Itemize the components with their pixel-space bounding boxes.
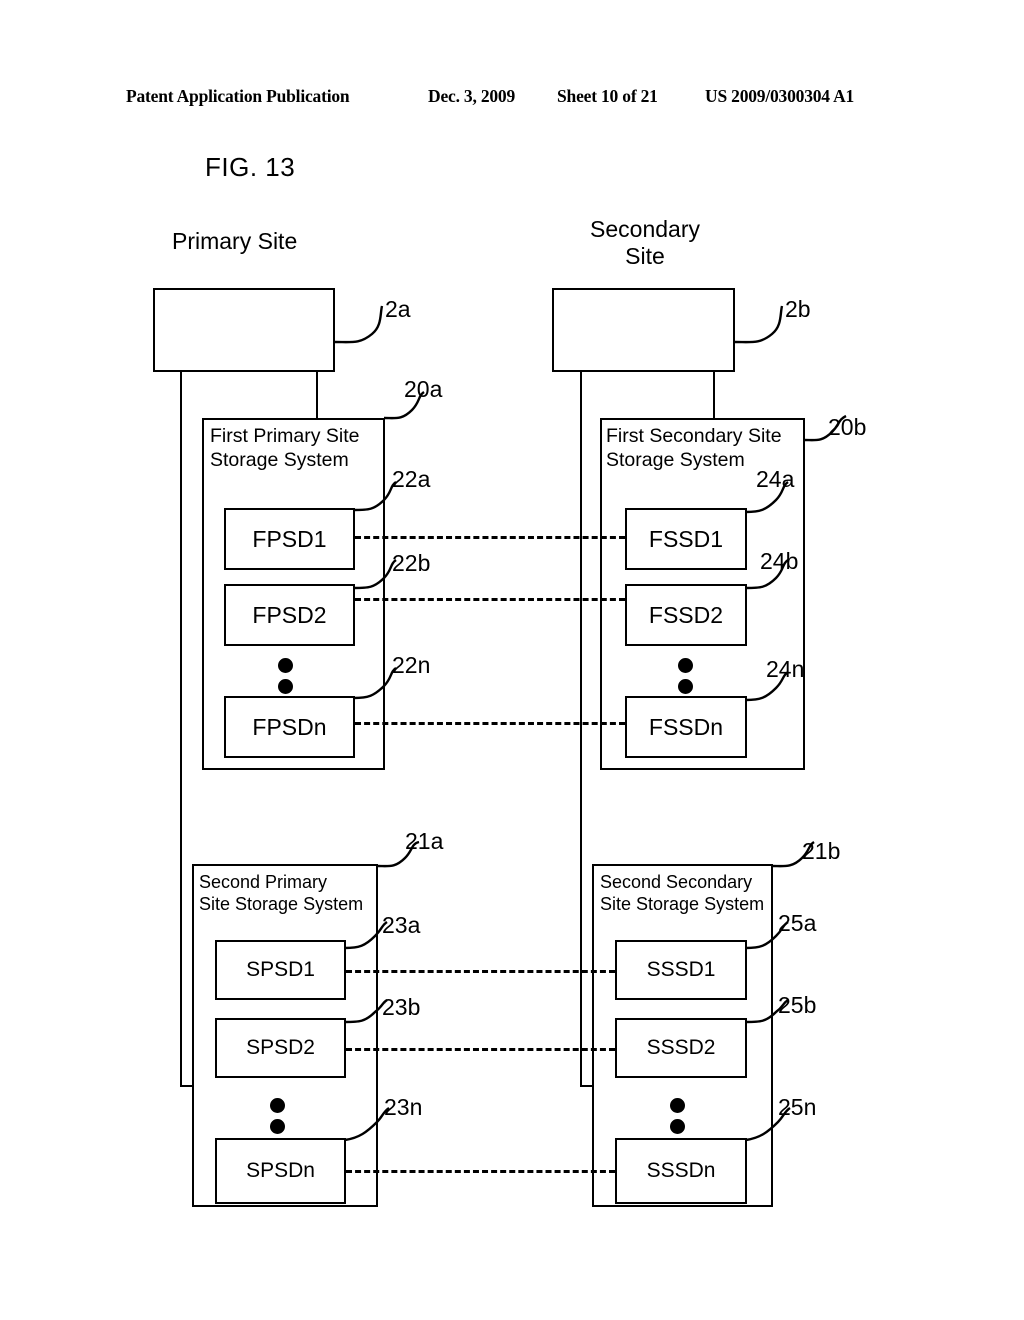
second-secondary-storage-system-title: Second Secondary Site Storage System: [600, 872, 765, 914]
unit-fssd2: FSSD2: [625, 584, 747, 646]
ref-label-24a: 24a: [756, 466, 795, 492]
replication-link-spsd2-sssd2: [346, 1048, 615, 1051]
unit-sssdn: SSSDn: [615, 1138, 747, 1204]
unit-fpsd1-label: FPSD1: [252, 525, 327, 552]
ref-label-22b: 22b: [392, 550, 431, 576]
ref-label-25a: 25a: [778, 910, 817, 936]
secondary-host-box: [552, 288, 735, 372]
ref-label-20a: 20a: [404, 376, 443, 402]
replication-link-fpsdn-fssdn: [355, 722, 625, 725]
unit-spsd1-label: SPSD1: [246, 958, 315, 981]
first-secondary-storage-system-title: First Secondary Site Storage System: [606, 425, 782, 471]
patent-number: US 2009/0300304 A1: [705, 86, 855, 106]
unit-fssd1-label: FSSD1: [648, 525, 724, 552]
unit-spsd2-label: SPSD2: [246, 1036, 315, 1059]
primary-site-caption: Primary Site: [172, 228, 298, 254]
unit-fpsd1: FPSD1: [224, 508, 355, 570]
unit-spsdn: SPSDn: [215, 1138, 346, 1204]
sheet-number: Sheet 10 of 21: [557, 86, 658, 106]
ref-label-20b: 20b: [828, 414, 867, 440]
unit-sssd2: SSSD2: [615, 1018, 747, 1078]
replication-link-spsd1-sssd1: [346, 970, 615, 973]
ref-label-25b: 25b: [778, 992, 817, 1018]
ref-label-23a: 23a: [382, 912, 421, 938]
unit-sssd1-label: SSSD1: [646, 958, 716, 981]
ref-label-2a: 2a: [385, 296, 411, 322]
unit-fpsd2-label: FPSD2: [252, 601, 327, 628]
ref-label-2b: 2b: [785, 296, 811, 322]
replication-link-fpsd2-fssd2: [355, 598, 625, 601]
ellipsis-first-secondary: [678, 658, 694, 700]
unit-sssd2-label: SSSD2: [646, 1036, 716, 1059]
ref-label-23n: 23n: [384, 1094, 423, 1120]
replication-link-fpsd1-fssd1: [355, 536, 625, 539]
ref-label-24b: 24b: [760, 548, 799, 574]
ref-label-22n: 22n: [392, 652, 431, 678]
unit-fssdn-label: FSSDn: [648, 713, 724, 740]
unit-sssd1: SSSD1: [615, 940, 747, 1000]
ellipsis-second-secondary: [670, 1098, 686, 1140]
ref-label-24n: 24n: [766, 656, 805, 682]
primary-host-box: [153, 288, 335, 372]
publication-date: Dec. 3, 2009: [428, 86, 516, 106]
unit-spsdn-label: SPSDn: [246, 1159, 315, 1182]
second-primary-storage-system-title: Second Primary Site Storage System: [199, 872, 364, 914]
secondary-bus-inner-line: [713, 372, 715, 420]
unit-fssd2-label: FSSD2: [648, 601, 724, 628]
unit-fssdn: FSSDn: [625, 696, 747, 758]
unit-fpsdn-label: FPSDn: [252, 713, 327, 740]
unit-spsd1: SPSD1: [215, 940, 346, 1000]
unit-spsd2: SPSD2: [215, 1018, 346, 1078]
secondary-bus-outer-line: [580, 372, 582, 1086]
secondary-site-caption: Secondary Site: [590, 216, 700, 269]
unit-fpsdn: FPSDn: [224, 696, 355, 758]
unit-fssd1: FSSD1: [625, 508, 747, 570]
primary-bus-inner-line: [316, 372, 318, 420]
ellipsis-second-primary: [270, 1098, 286, 1140]
publication-label: Patent Application Publication: [126, 86, 350, 106]
figure-label: FIG. 13: [205, 152, 296, 182]
ellipsis-first-primary: [278, 658, 294, 700]
ref-label-21a: 21a: [405, 828, 444, 854]
ref-label-22a: 22a: [392, 466, 431, 492]
secondary-bus-outer-stub: [580, 1085, 592, 1087]
ref-label-25n: 25n: [778, 1094, 817, 1120]
primary-bus-outer-line: [180, 372, 182, 1086]
patent-header: Patent Application Publication Dec. 3, 2…: [0, 86, 1024, 112]
replication-link-spsdn-sssdn: [346, 1170, 615, 1173]
ref-label-21b: 21b: [802, 838, 841, 864]
ref-label-23b: 23b: [382, 994, 421, 1020]
primary-bus-outer-stub: [180, 1085, 192, 1087]
unit-fpsd2: FPSD2: [224, 584, 355, 646]
unit-sssdn-label: SSSDn: [646, 1159, 716, 1182]
first-primary-storage-system-title: First Primary Site Storage System: [210, 425, 360, 471]
